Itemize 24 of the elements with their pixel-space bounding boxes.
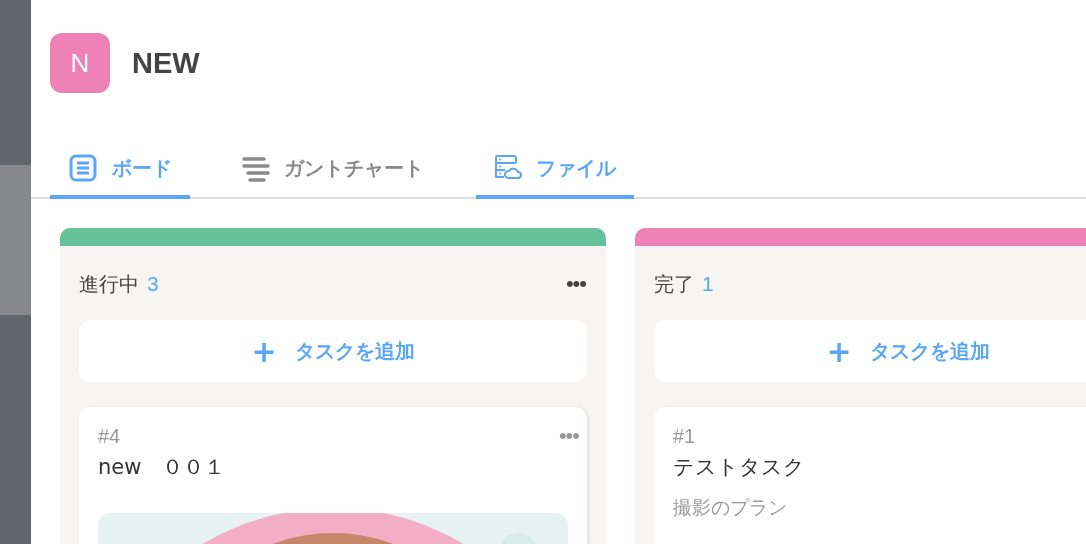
task-number: #4	[98, 424, 121, 448]
tab[interactable]: ボード	[50, 141, 190, 199]
list-icon	[68, 153, 98, 183]
task-number: #1	[673, 424, 696, 448]
add-task-button[interactable]: + タスクを追加	[654, 320, 1086, 382]
sidebar-selected-item[interactable]	[0, 165, 31, 315]
project-logo: N	[50, 33, 110, 93]
column-title: 進行中	[79, 270, 139, 298]
server-cloud-icon	[494, 154, 522, 182]
task-title: new ００１	[98, 454, 227, 481]
task-count: 3	[147, 272, 159, 296]
tab[interactable]: ガントチャート	[224, 141, 442, 199]
project-title: NEW	[132, 46, 200, 80]
task-count: 1	[702, 272, 714, 296]
task-card[interactable]: #4 ••• new ００１	[79, 407, 587, 544]
add-task-button[interactable]: + タスクを追加	[79, 320, 587, 382]
column-title: 完了	[654, 270, 694, 298]
task-card[interactable]: #1 テストタスク 撮影のプラン	[654, 407, 1086, 544]
task-title: テストタスク	[673, 454, 806, 481]
more-button[interactable]: •••	[565, 271, 586, 297]
gantt-icon	[242, 154, 270, 182]
task-description: 撮影のプラン	[673, 495, 788, 520]
more-button[interactable]: •••	[558, 423, 579, 449]
tab[interactable]: ファイル	[476, 141, 634, 199]
